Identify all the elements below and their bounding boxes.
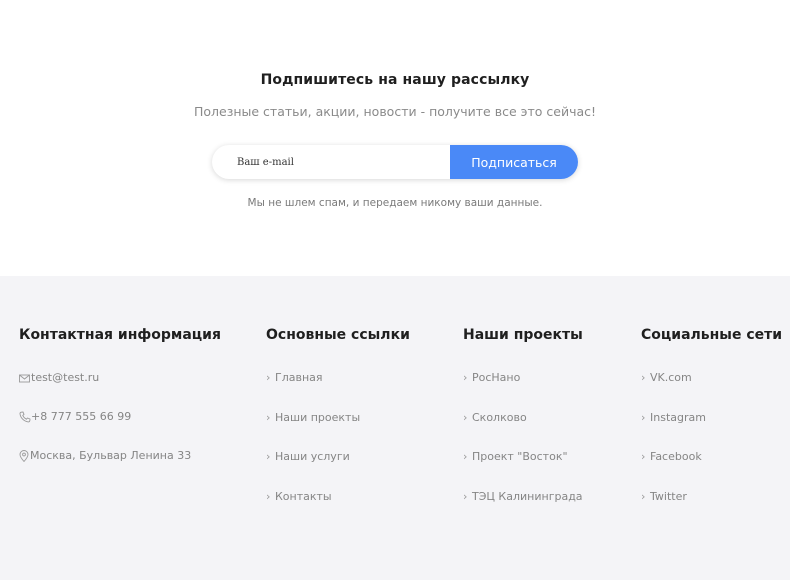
social-title: Социальные сети [641, 327, 783, 343]
project-label: Сколково [472, 411, 527, 424]
chevron-right-icon: › [463, 490, 468, 503]
social-label: Instagram [650, 411, 706, 424]
chevron-right-icon: › [641, 490, 646, 503]
project-label: РосНано [472, 371, 521, 384]
link-label: Наши проекты [275, 411, 361, 424]
project-tec-kaliningrad[interactable]: › ТЭЦ Калининграда [463, 490, 583, 503]
project-rosnano[interactable]: › РосНано [463, 371, 520, 384]
link-projects[interactable]: › Наши проекты [266, 411, 360, 424]
email-input[interactable] [212, 145, 450, 179]
subscribe-form: Подписаться [212, 145, 578, 179]
contact-address: Москва, Бульвар Ленина 33 [19, 449, 191, 462]
social-vk[interactable]: › VK.com [641, 371, 692, 384]
project-label: Проект "Восток" [472, 450, 568, 463]
envelope-icon [19, 372, 31, 384]
chevron-right-icon: › [641, 411, 646, 424]
contact-phone[interactable]: +8 777 555 66 99 [19, 410, 131, 423]
chevron-right-icon: › [266, 450, 271, 463]
social-label: Twitter [650, 490, 687, 503]
projects-title: Наши проекты [463, 327, 583, 343]
links-title: Основные ссылки [266, 327, 410, 343]
chevron-right-icon: › [266, 371, 271, 384]
link-label: Наши услуги [275, 450, 350, 463]
project-vostok[interactable]: › Проект "Восток" [463, 450, 568, 463]
link-label: Главная [275, 371, 323, 384]
link-services[interactable]: › Наши услуги [266, 450, 350, 463]
footer: Контактная информация test@test.ru +8 77… [0, 276, 790, 580]
no-spam-note: Мы не шлем спам, и передаем никому ваши … [247, 197, 543, 209]
social-facebook[interactable]: › Facebook [641, 450, 702, 463]
contacts-title: Контактная информация [19, 327, 221, 343]
contact-phone-text: +8 777 555 66 99 [31, 410, 132, 423]
social-label: Facebook [650, 450, 702, 463]
chevron-right-icon: › [266, 490, 271, 503]
chevron-right-icon: › [463, 450, 468, 463]
newsletter-title: Подпишитесь на нашу рассылку [260, 72, 530, 88]
social-label: VK.com [650, 371, 692, 384]
link-contacts[interactable]: › Контакты [266, 490, 332, 503]
project-label: ТЭЦ Калининграда [472, 490, 583, 503]
chevron-right-icon: › [463, 371, 468, 384]
chevron-right-icon: › [641, 450, 646, 463]
social-instagram[interactable]: › Instagram [641, 411, 706, 424]
phone-icon [19, 411, 31, 423]
project-skolkovo[interactable]: › Сколково [463, 411, 527, 424]
newsletter-subtitle: Полезные статьи, акции, новости - получи… [193, 104, 597, 119]
chevron-right-icon: › [641, 371, 646, 384]
contact-address-text: Москва, Бульвар Ленина 33 [30, 449, 192, 462]
link-label: Контакты [275, 490, 332, 503]
newsletter-section: Подпишитесь на нашу рассылку Полезные ст… [0, 0, 790, 276]
link-home[interactable]: › Главная [266, 371, 323, 384]
chevron-right-icon: › [266, 411, 271, 424]
contact-email[interactable]: test@test.ru [19, 371, 99, 384]
social-twitter[interactable]: › Twitter [641, 490, 687, 503]
subscribe-button[interactable]: Подписаться [450, 145, 578, 179]
contact-email-text: test@test.ru [31, 371, 100, 384]
chevron-right-icon: › [463, 411, 468, 424]
location-pin-icon [19, 449, 30, 462]
